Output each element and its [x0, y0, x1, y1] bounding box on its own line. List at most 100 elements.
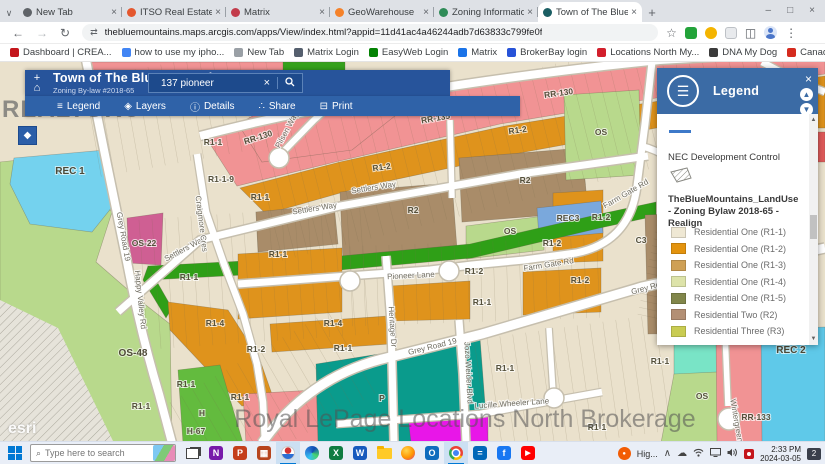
bookmark-item[interactable]: Locations North My... [597, 47, 699, 58]
taskbar-app-firefox[interactable] [396, 442, 420, 464]
extension-check-icon[interactable] [685, 27, 697, 39]
taskbar-app-chrome[interactable] [444, 442, 468, 464]
bookmark-item[interactable]: Canada Revenue Ag... [787, 47, 825, 58]
action-center-icon[interactable]: 2 [807, 448, 821, 460]
locate-button[interactable]: ◆ [18, 126, 37, 145]
search-highlight-image[interactable] [153, 445, 175, 461]
scroll-up-icon[interactable]: ▲ [810, 117, 817, 123]
tab-close-icon[interactable]: × [527, 7, 533, 18]
taskbar-app-file-explorer[interactable] [372, 442, 396, 464]
legend-scrollbar[interactable]: ▲ ▼ [809, 114, 818, 345]
taskbar-search-input[interactable] [41, 448, 153, 458]
taskbar-app-office-app[interactable]: ▦ [252, 442, 276, 464]
toolbar-share-button[interactable]: ∴Share [259, 101, 296, 112]
taskbar-app-realtor-app[interactable] [276, 442, 300, 464]
taskbar-clock[interactable]: 2:33 PM 2024-03-05 [760, 445, 801, 463]
reload-icon[interactable]: ↻ [60, 26, 70, 40]
legend-collapse-up-icon[interactable]: ▲ [800, 88, 813, 101]
legend-item-label: Residential One (R1-3) [694, 260, 786, 270]
bookmark-star-icon[interactable]: ☆ [666, 26, 677, 40]
tab-close-icon[interactable]: × [215, 7, 221, 18]
display-icon[interactable] [710, 448, 721, 460]
details-icon: ⓘ [190, 99, 200, 114]
search-magnifier-icon[interactable] [278, 77, 302, 90]
browser-tab[interactable]: New Tab× [18, 2, 122, 22]
minimize-button[interactable]: – [766, 5, 772, 16]
maximize-button[interactable]: □ [787, 5, 793, 16]
bookmark-item[interactable]: Matrix Login [294, 47, 359, 58]
browser-tab[interactable]: GeoWarehouse× [330, 2, 434, 22]
menu-kebab-icon[interactable]: ⋮ [785, 26, 797, 40]
network-wifi-icon[interactable] [693, 448, 704, 460]
browser-tab[interactable]: Town of The Blue Mountai...× [538, 2, 642, 22]
bookmark-item[interactable]: BrokerBay login [507, 47, 587, 58]
toolbar-layers-button[interactable]: ◈Layers [124, 101, 166, 112]
taskbar-app-word[interactable]: W [348, 442, 372, 464]
calculator-icon: = [473, 446, 487, 460]
tab-close-icon[interactable]: × [423, 7, 429, 18]
taskbar-app-powerpoint[interactable]: P [228, 442, 252, 464]
bookmark-favicon [369, 48, 378, 57]
window-controls: – □ × [766, 0, 821, 20]
bookmark-item[interactable]: Dashboard | CREA... [10, 47, 112, 58]
map-search-box[interactable]: × [148, 73, 303, 93]
close-button[interactable]: × [809, 5, 815, 16]
tab-search-chevron-icon[interactable]: ∨ [0, 4, 18, 22]
tab-list: New Tab×ITSO Real Estate×Matrix×GeoWareh… [18, 0, 642, 22]
bookmark-label: Canada Revenue Ag... [800, 47, 825, 58]
scroll-down-icon[interactable]: ▼ [810, 336, 817, 342]
taskbar-search-box[interactable]: ⌕ [30, 444, 176, 462]
forward-icon[interactable]: → [36, 26, 48, 40]
taskbar-app-edge[interactable] [300, 442, 324, 464]
taskbar-app-facebook[interactable]: f [492, 442, 516, 464]
browser-tab[interactable]: Zoning Information | Tow...× [434, 2, 538, 22]
uv-app-icon[interactable]: ● [618, 447, 631, 460]
search-input[interactable] [149, 78, 257, 89]
taskbar-app-youtube[interactable]: ▶ [516, 442, 540, 464]
brokerage-watermark: Royal LePage Locations North Brokerage [205, 405, 725, 434]
cul-de-sac [439, 261, 459, 281]
tab-favicon [127, 8, 136, 17]
search-clear-icon[interactable]: × [257, 77, 278, 89]
toolbar-details-button[interactable]: ⓘDetails [190, 99, 235, 114]
bookmark-item[interactable]: DNA My Dog [709, 47, 777, 58]
taskbar-app-onenote[interactable]: N [204, 442, 228, 464]
taskbar-app-task-view[interactable] [180, 442, 204, 464]
onedrive-cloud-icon[interactable]: ☁ [677, 449, 687, 459]
bookmark-item[interactable]: EasyWeb Login [369, 47, 448, 58]
toolbar-print-button[interactable]: ⊟Print [320, 101, 353, 112]
antivirus-tray-icon[interactable] [744, 449, 754, 459]
back-icon[interactable]: ← [12, 26, 24, 40]
address-bar[interactable]: ⇄ thebluemountains.maps.arcgis.com/apps/… [82, 24, 658, 41]
browser-tab[interactable]: Matrix× [226, 2, 330, 22]
tab-close-icon[interactable]: × [319, 7, 325, 18]
taskbar-app-calculator[interactable]: = [468, 442, 492, 464]
zone-label: REC 1 [55, 166, 85, 177]
line-symbol [669, 130, 691, 133]
site-info-icon[interactable]: ⇄ [90, 27, 98, 38]
browser-tab[interactable]: ITSO Real Estate× [122, 2, 226, 22]
bookmark-item[interactable]: how to use my ipho... [122, 47, 225, 58]
tab-favicon [335, 8, 344, 17]
toolbar-legend-button[interactable]: ≡Legend [57, 101, 100, 112]
new-tab-button[interactable]: + [642, 2, 662, 22]
speaker-icon[interactable] [727, 448, 738, 460]
extension-orange-icon[interactable] [705, 27, 717, 39]
start-button[interactable] [8, 446, 22, 460]
extensions-puzzle-icon[interactable] [725, 27, 737, 39]
hidden-icons-chevron-icon[interactable]: ∧ [664, 449, 671, 459]
tray-app-label[interactable]: Hig... [637, 449, 658, 459]
bookmark-item[interactable]: Matrix [458, 47, 497, 58]
taskbar-app-outlook[interactable]: O [420, 442, 444, 464]
taskbar-app-excel[interactable]: X [324, 442, 348, 464]
tab-close-icon[interactable]: × [111, 7, 117, 18]
home-button[interactable]: ⌂ [29, 83, 45, 93]
bookmark-label: New Tab [247, 47, 284, 58]
profile-avatar[interactable] [764, 26, 777, 39]
tab-close-icon[interactable]: × [631, 7, 637, 18]
scrollbar-thumb[interactable] [810, 215, 817, 239]
legend-close-icon[interactable]: × [805, 72, 812, 86]
side-panel-icon[interactable]: ◫ [745, 26, 756, 40]
zone-label: OS-48 [119, 348, 148, 359]
bookmark-item[interactable]: New Tab [234, 47, 284, 58]
